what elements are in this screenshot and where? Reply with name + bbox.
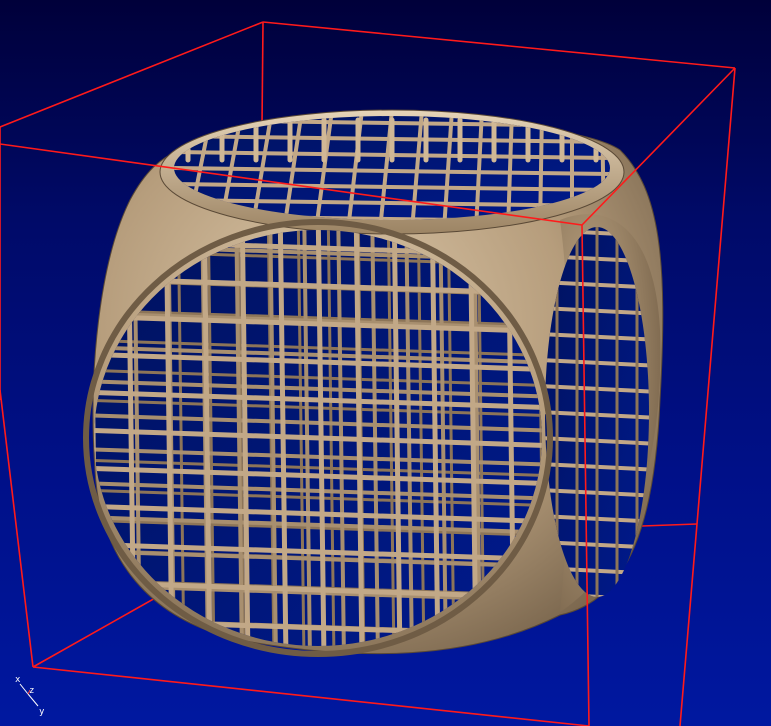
lattice-rod-horizontal [80, 658, 560, 674]
x-axis-line [19, 683, 29, 695]
x-axis-label: x [15, 675, 21, 685]
scene-canvas[interactable] [0, 0, 771, 726]
y-axis-label: y [39, 707, 45, 716]
z-axis-label: z [29, 686, 34, 696]
3d-viewport[interactable]: x z y [0, 0, 771, 726]
axis-triad-widget: x z y [15, 675, 45, 716]
